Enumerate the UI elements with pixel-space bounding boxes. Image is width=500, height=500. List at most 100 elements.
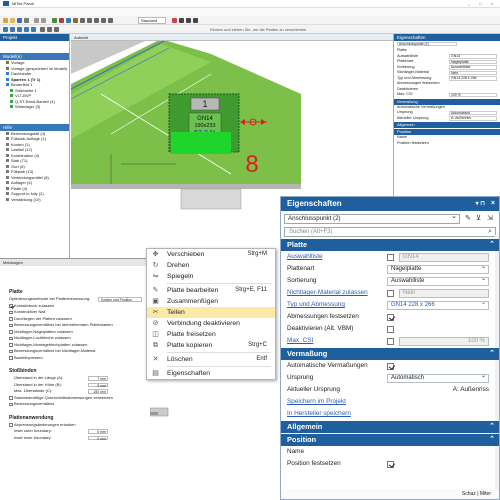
help-section-header[interactable]: Hilfe bbox=[0, 123, 69, 131]
optimization-select[interactable]: Kosten und Position bbox=[98, 297, 142, 302]
filter-icon[interactable]: ⊻ bbox=[476, 215, 481, 223]
open-folder-icon[interactable] bbox=[10, 18, 15, 23]
context-menu-item[interactable]: ⇋ Spiegeln bbox=[147, 271, 275, 282]
new-file-icon[interactable] bbox=[3, 18, 8, 23]
save-icon[interactable] bbox=[17, 18, 22, 23]
side-property-value[interactable]: GN14 bbox=[449, 54, 497, 59]
checkbox[interactable] bbox=[9, 330, 13, 334]
print-icon[interactable] bbox=[24, 18, 29, 23]
context-menu-item[interactable]: ⊘ Verbindung deaktivieren bbox=[147, 318, 275, 329]
select-icon[interactable]: ⇲ bbox=[487, 215, 493, 223]
search-icon[interactable]: ⌕ bbox=[488, 228, 492, 236]
tool-icon[interactable] bbox=[10, 27, 15, 32]
max-csi-checkbox[interactable] bbox=[387, 337, 394, 345]
tool-icon[interactable] bbox=[66, 18, 71, 23]
object-select[interactable]: Anschlusspunkt (2) bbox=[284, 213, 460, 224]
tab-meldungen[interactable]: Meldungen bbox=[0, 259, 150, 266]
side-section-allgemein[interactable]: Allgemein bbox=[394, 122, 500, 128]
checkbox-row[interactable]: Bauteilnpressen bbox=[0, 355, 150, 362]
standard-select[interactable]: Standard bbox=[138, 17, 166, 24]
side-property-value[interactable]: A: Außenriss bbox=[449, 116, 497, 121]
tool-icon[interactable] bbox=[172, 18, 177, 23]
models-section-header[interactable]: Modell(e) bbox=[0, 53, 69, 60]
side-property-value[interactable]: GN14 228 x 266 bbox=[449, 76, 497, 81]
side-property-value[interactable]: 100 % bbox=[449, 92, 497, 97]
sortierung-select[interactable]: Auswahlliste bbox=[387, 276, 489, 286]
link-speichern-hersteller[interactable]: In Hersteller speichern bbox=[281, 408, 499, 420]
plattenart-select[interactable]: Nagelplatte bbox=[387, 264, 489, 274]
tool-icon[interactable] bbox=[94, 18, 99, 23]
context-menu-item[interactable]: ⧉ Platte kopieren Strg+C bbox=[147, 340, 275, 351]
close-icon[interactable]: × bbox=[491, 197, 495, 211]
tool-icon[interactable] bbox=[31, 27, 36, 32]
side-property-value[interactable]: Auswahlliste bbox=[449, 65, 497, 70]
checkbox-row[interactable]: Bemessungsverhältnis bbox=[0, 401, 150, 408]
context-menu-item[interactable]: ✎ Platte bearbeiten Strg+E, F11 bbox=[147, 285, 275, 296]
row-max-csi[interactable]: Max. CSI 100 % bbox=[281, 335, 499, 347]
tool-icon[interactable] bbox=[108, 18, 113, 23]
row-nichtlager[interactable]: Nichtlager-Material zulassen Nein bbox=[281, 287, 499, 299]
deaktivieren-checkbox[interactable] bbox=[387, 325, 394, 333]
checkbox[interactable] bbox=[9, 402, 13, 406]
link-speichern-projekt[interactable]: Speichern im Projekt bbox=[281, 396, 499, 408]
auto-dimension-checkbox[interactable] bbox=[387, 362, 394, 370]
side-property-value[interactable]: Automatisch bbox=[449, 110, 497, 115]
tool-icon[interactable] bbox=[101, 18, 106, 23]
tool-icon[interactable] bbox=[59, 18, 64, 23]
row-typ-abmessung[interactable]: Typ und Abmessung GN14 228 x 266 bbox=[281, 299, 499, 311]
section-vermassung[interactable]: Vermaßung ⌃ bbox=[281, 348, 499, 360]
tool-icon[interactable] bbox=[80, 18, 85, 23]
tool-icon[interactable] bbox=[87, 18, 92, 23]
section-position[interactable]: Position ⌃ bbox=[281, 434, 499, 446]
side-property-value[interactable]: Nein bbox=[449, 70, 497, 75]
checkbox[interactable] bbox=[9, 349, 13, 353]
checkbox[interactable] bbox=[9, 423, 13, 427]
context-menu-item[interactable]: ✂ Teilen bbox=[147, 307, 275, 318]
side-property-value[interactable]: Nagelplatte bbox=[449, 59, 497, 64]
side-object-select[interactable]: Anschlusspunkt (2) bbox=[394, 41, 500, 48]
tool-icon[interactable] bbox=[193, 18, 198, 23]
tool-icon[interactable] bbox=[186, 18, 191, 23]
checkbox[interactable] bbox=[9, 323, 13, 327]
search-input[interactable]: Suchen (Alt+F3) ⌕ bbox=[284, 227, 496, 237]
row-auswahlliste[interactable]: Auswahlliste GN14 bbox=[281, 251, 499, 263]
context-menu-item[interactable]: ↻ Drehen bbox=[147, 260, 275, 271]
abmessungen-checkbox[interactable] bbox=[387, 313, 394, 321]
tab-aufsicht[interactable]: Aufsicht bbox=[74, 35, 88, 40]
checkbox[interactable] bbox=[9, 343, 13, 347]
tool-icon[interactable] bbox=[179, 18, 184, 23]
tool-icon[interactable] bbox=[52, 18, 57, 23]
number-input[interactable]: 0 mm bbox=[88, 429, 108, 434]
number-input[interactable]: 150 mm bbox=[88, 389, 108, 394]
number-input[interactable]: 5 mm bbox=[88, 382, 108, 387]
context-menu-item[interactable]: ✥ Verschieben Strg+M bbox=[147, 249, 275, 260]
window-controls[interactable]: _ □ × bbox=[468, 1, 497, 6]
checkbox[interactable] bbox=[9, 310, 13, 314]
number-input[interactable]: 7 mm bbox=[88, 376, 108, 381]
tool-icon[interactable] bbox=[17, 27, 22, 32]
context-menu-item[interactable]: ▤ Eigenschaften bbox=[147, 368, 275, 379]
tree-item[interactable]: Verstärkung (10) bbox=[0, 197, 69, 203]
checkbox[interactable] bbox=[9, 356, 13, 360]
section-allgemein[interactable]: Allgemein ⌃ bbox=[281, 421, 499, 433]
position-fixed-checkbox[interactable] bbox=[387, 460, 394, 468]
tree-item[interactable]: Widerlager (3) bbox=[0, 104, 69, 110]
context-menu-item[interactable]: ▣ Zusammenfügen bbox=[147, 296, 275, 307]
typ-select[interactable]: GN14 228 x 266 bbox=[387, 300, 489, 310]
nichtlager-checkbox[interactable] bbox=[387, 289, 394, 297]
tool-icon[interactable] bbox=[3, 27, 8, 32]
section-platte[interactable]: Platte ⌃ bbox=[281, 239, 499, 251]
redo-icon[interactable] bbox=[41, 18, 46, 23]
context-menu-item[interactable]: ✕ Löschen Entf bbox=[147, 354, 275, 365]
checkbox[interactable] bbox=[9, 304, 13, 308]
tool-icon[interactable] bbox=[54, 27, 59, 32]
tool-icon[interactable] bbox=[73, 18, 78, 23]
checkbox[interactable] bbox=[9, 396, 13, 400]
checkbox[interactable] bbox=[9, 336, 13, 340]
auswahlliste-checkbox[interactable] bbox=[387, 253, 394, 261]
tool-icon[interactable] bbox=[40, 27, 45, 32]
tool-icon[interactable] bbox=[47, 27, 52, 32]
checkbox[interactable] bbox=[9, 317, 13, 321]
undo-icon[interactable] bbox=[34, 18, 39, 23]
edit-icon[interactable]: ✎ bbox=[465, 215, 471, 223]
